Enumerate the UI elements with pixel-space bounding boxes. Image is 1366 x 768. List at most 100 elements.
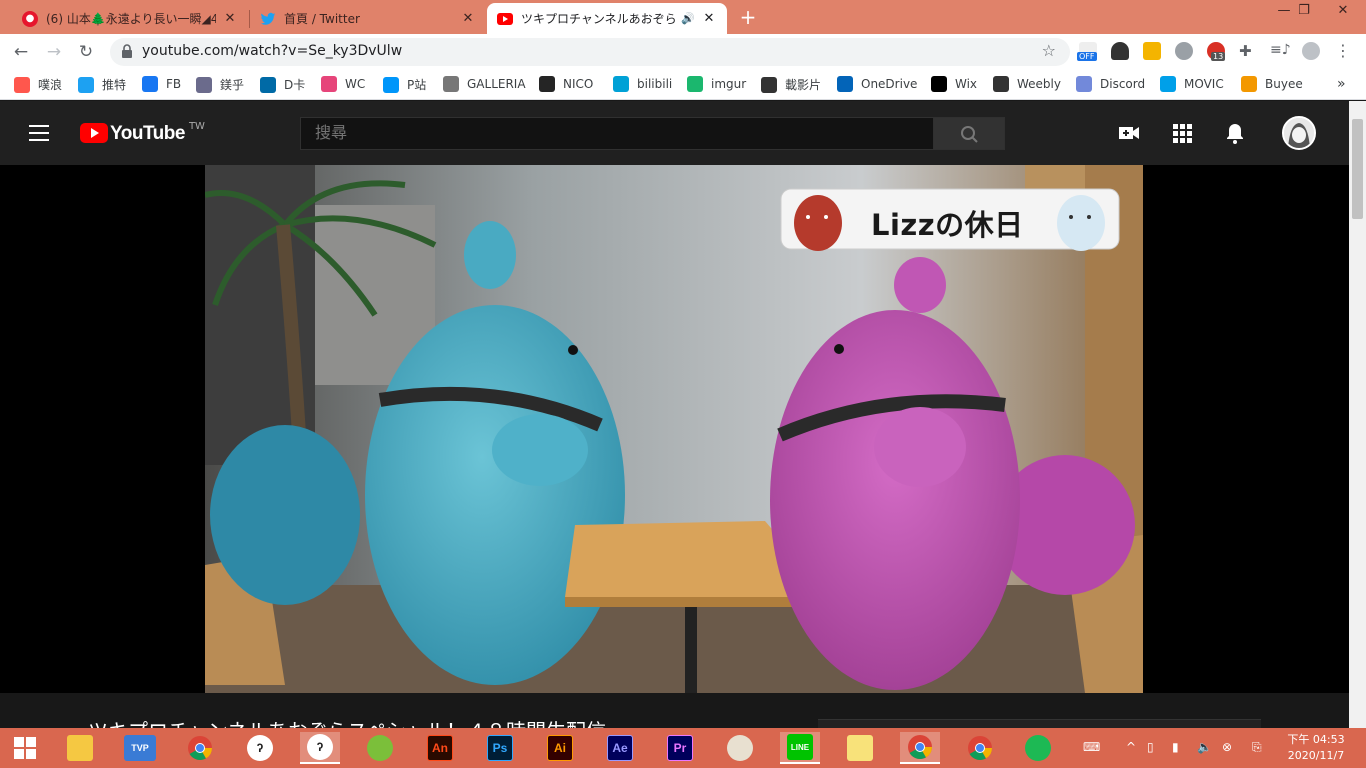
bookmark-label: 噗浪	[38, 78, 63, 92]
line-icon[interactable]: LINE	[780, 732, 820, 764]
bookmark-item[interactable]: 噗浪	[14, 76, 62, 93]
file-explorer-icon[interactable]	[60, 732, 100, 764]
page-scrollbar[interactable]	[1349, 101, 1366, 728]
bookmark-item[interactable]: NICO	[539, 76, 593, 92]
notifications-bell-icon[interactable]	[1223, 121, 1247, 145]
bookmark-item[interactable]: OneDrive	[837, 76, 917, 92]
system-clock[interactable]: 下午 04:53 2020/11/7	[1283, 732, 1349, 764]
bookmark-item[interactable]: FB	[142, 76, 181, 92]
translate-extension-icon[interactable]	[1143, 42, 1161, 60]
infinity-extension-icon[interactable]	[1175, 42, 1193, 60]
search-input[interactable]	[300, 117, 934, 150]
close-icon[interactable]: ✕	[701, 11, 717, 26]
bookmark-item[interactable]: 鎂乎	[196, 76, 244, 93]
close-icon[interactable]: ✕	[222, 11, 238, 26]
profile-icon[interactable]	[1302, 42, 1320, 60]
discord-icon	[1076, 76, 1092, 92]
bookmark-item[interactable]: WC	[321, 76, 365, 92]
media-control-icon[interactable]: ≡♪	[1270, 42, 1291, 60]
premiere-icon[interactable]: Pr	[660, 732, 700, 764]
reload-button[interactable]: ↻	[75, 41, 97, 63]
start-button[interactable]	[5, 732, 45, 764]
bookmark-label: 載影片	[785, 78, 822, 92]
translate-off-extension-icon[interactable]: OFF	[1077, 42, 1097, 61]
new-tab-button[interactable]: +	[737, 6, 759, 28]
after-effects-icon[interactable]: Ae	[600, 732, 640, 764]
windows-taskbar: TVP ʔ ʔ An Ps Ai Ae Pr LINE ⌨ ^ ▯ ▮ 🔈 ⊗ …	[0, 728, 1366, 768]
extension-badge: 13	[1211, 52, 1226, 61]
tab-weibo[interactable]: ● (6) 山本🌲永遠より長い一瞬◢46 ✕	[12, 3, 248, 34]
scrollbar-thumb[interactable]	[1352, 119, 1363, 219]
buyee-icon	[1241, 76, 1257, 92]
clip-studio-paint-icon[interactable]: ʔ	[300, 732, 340, 764]
plurk-icon	[14, 76, 30, 93]
window-close-button[interactable]: ✕	[1320, 0, 1366, 30]
tab-title: ツキプロチャンネルあおぞら	[521, 12, 677, 26]
tennis-game-icon[interactable]	[360, 732, 400, 764]
youtube-play-icon	[80, 123, 108, 143]
user-avatar[interactable]	[1282, 116, 1316, 150]
galleria-icon	[443, 76, 459, 92]
network-icon[interactable]: ▮	[1172, 740, 1179, 754]
clock-date: 2020/11/7	[1287, 749, 1345, 762]
bookmarks-overflow-button[interactable]: »	[1337, 76, 1346, 92]
bookmark-item[interactable]: Weebly	[993, 76, 1061, 92]
video-overlay-title: Lizzの休日	[871, 208, 1024, 242]
onedrive-icon	[837, 76, 853, 92]
bookmark-item[interactable]: imgur	[687, 76, 746, 92]
sticky-notes-icon[interactable]	[840, 732, 880, 764]
address-bar[interactable]: youtube.com/watch?v=Se_ky3DvUlw ☆	[110, 38, 1070, 66]
youtube-logo[interactable]: YouTube TW	[80, 121, 205, 145]
bookmark-item[interactable]: bilibili	[613, 76, 672, 92]
photoshop-icon[interactable]: Ps	[480, 732, 520, 764]
tray-expand-icon[interactable]: ^	[1126, 740, 1136, 754]
wix-icon	[931, 76, 947, 92]
paint-icon[interactable]	[720, 732, 760, 764]
red-extension-icon[interactable]: 13	[1207, 42, 1226, 61]
tab-twitter[interactable]: 首頁 / Twitter ✕	[250, 3, 486, 34]
close-icon[interactable]: ✕	[460, 11, 476, 26]
device-icon[interactable]: ▯	[1147, 740, 1154, 754]
tab-youtube-active[interactable]: ツキプロチャンネルあおぞら 🔊 ✕	[487, 3, 727, 34]
bookmark-item[interactable]: MOVIC	[1160, 76, 1224, 92]
extension-badge: OFF	[1077, 52, 1097, 61]
illustrator-icon[interactable]: Ai	[540, 732, 580, 764]
bookmark-item[interactable]: P站	[383, 76, 426, 93]
clip-studio-icon[interactable]: ʔ	[240, 732, 280, 764]
bookmark-item[interactable]: D卡	[260, 76, 305, 93]
bookmark-item[interactable]: 載影片	[761, 76, 821, 93]
menu-dots-icon[interactable]: ⋮	[1334, 42, 1352, 60]
animate-icon[interactable]: An	[420, 732, 460, 764]
bookmark-item[interactable]: Wix	[931, 76, 977, 92]
lock-icon	[122, 44, 132, 58]
speaker-icon[interactable]: 🔊	[681, 12, 695, 25]
bookmark-item[interactable]: Discord	[1076, 76, 1145, 92]
bat-extension-icon[interactable]	[1111, 42, 1129, 60]
chrome-icon[interactable]	[180, 732, 220, 764]
back-button[interactable]: ←	[10, 41, 32, 63]
search-button[interactable]	[933, 117, 1005, 150]
hamburger-menu-icon[interactable]	[29, 125, 49, 141]
chrome-active-icon[interactable]	[900, 732, 940, 764]
twitter-icon	[78, 76, 94, 93]
bookmark-label: GALLERIA	[467, 77, 526, 91]
tvp-icon[interactable]: TVP	[120, 732, 160, 764]
volume-icon[interactable]: 🔈	[1197, 740, 1212, 754]
antivirus-icon[interactable]: ⊗	[1222, 740, 1232, 754]
spotify-icon[interactable]	[1018, 732, 1058, 764]
bookmark-star-icon[interactable]: ☆	[1042, 41, 1056, 60]
puzzle-extension-icon[interactable]: ✚	[1239, 42, 1257, 60]
bookmark-item[interactable]: Buyee	[1241, 76, 1303, 92]
keyboard-icon[interactable]: ⌨	[1083, 740, 1100, 754]
chrome-secondary-icon[interactable]	[960, 732, 1000, 764]
video-player[interactable]: Lizzの休日	[205, 165, 1143, 693]
apps-grid-icon[interactable]	[1170, 121, 1194, 145]
bookmark-item[interactable]: 推特	[78, 76, 126, 93]
create-video-icon[interactable]	[1117, 121, 1141, 145]
forward-button[interactable]: →	[43, 41, 65, 63]
restore-button[interactable]: ❐	[1286, 0, 1322, 30]
tab-title: 首頁 / Twitter	[284, 12, 360, 26]
bookmark-item[interactable]: GALLERIA	[443, 76, 526, 92]
region-code: TW	[188, 121, 205, 132]
input-method-icon[interactable]: ⎘	[1252, 740, 1262, 755]
